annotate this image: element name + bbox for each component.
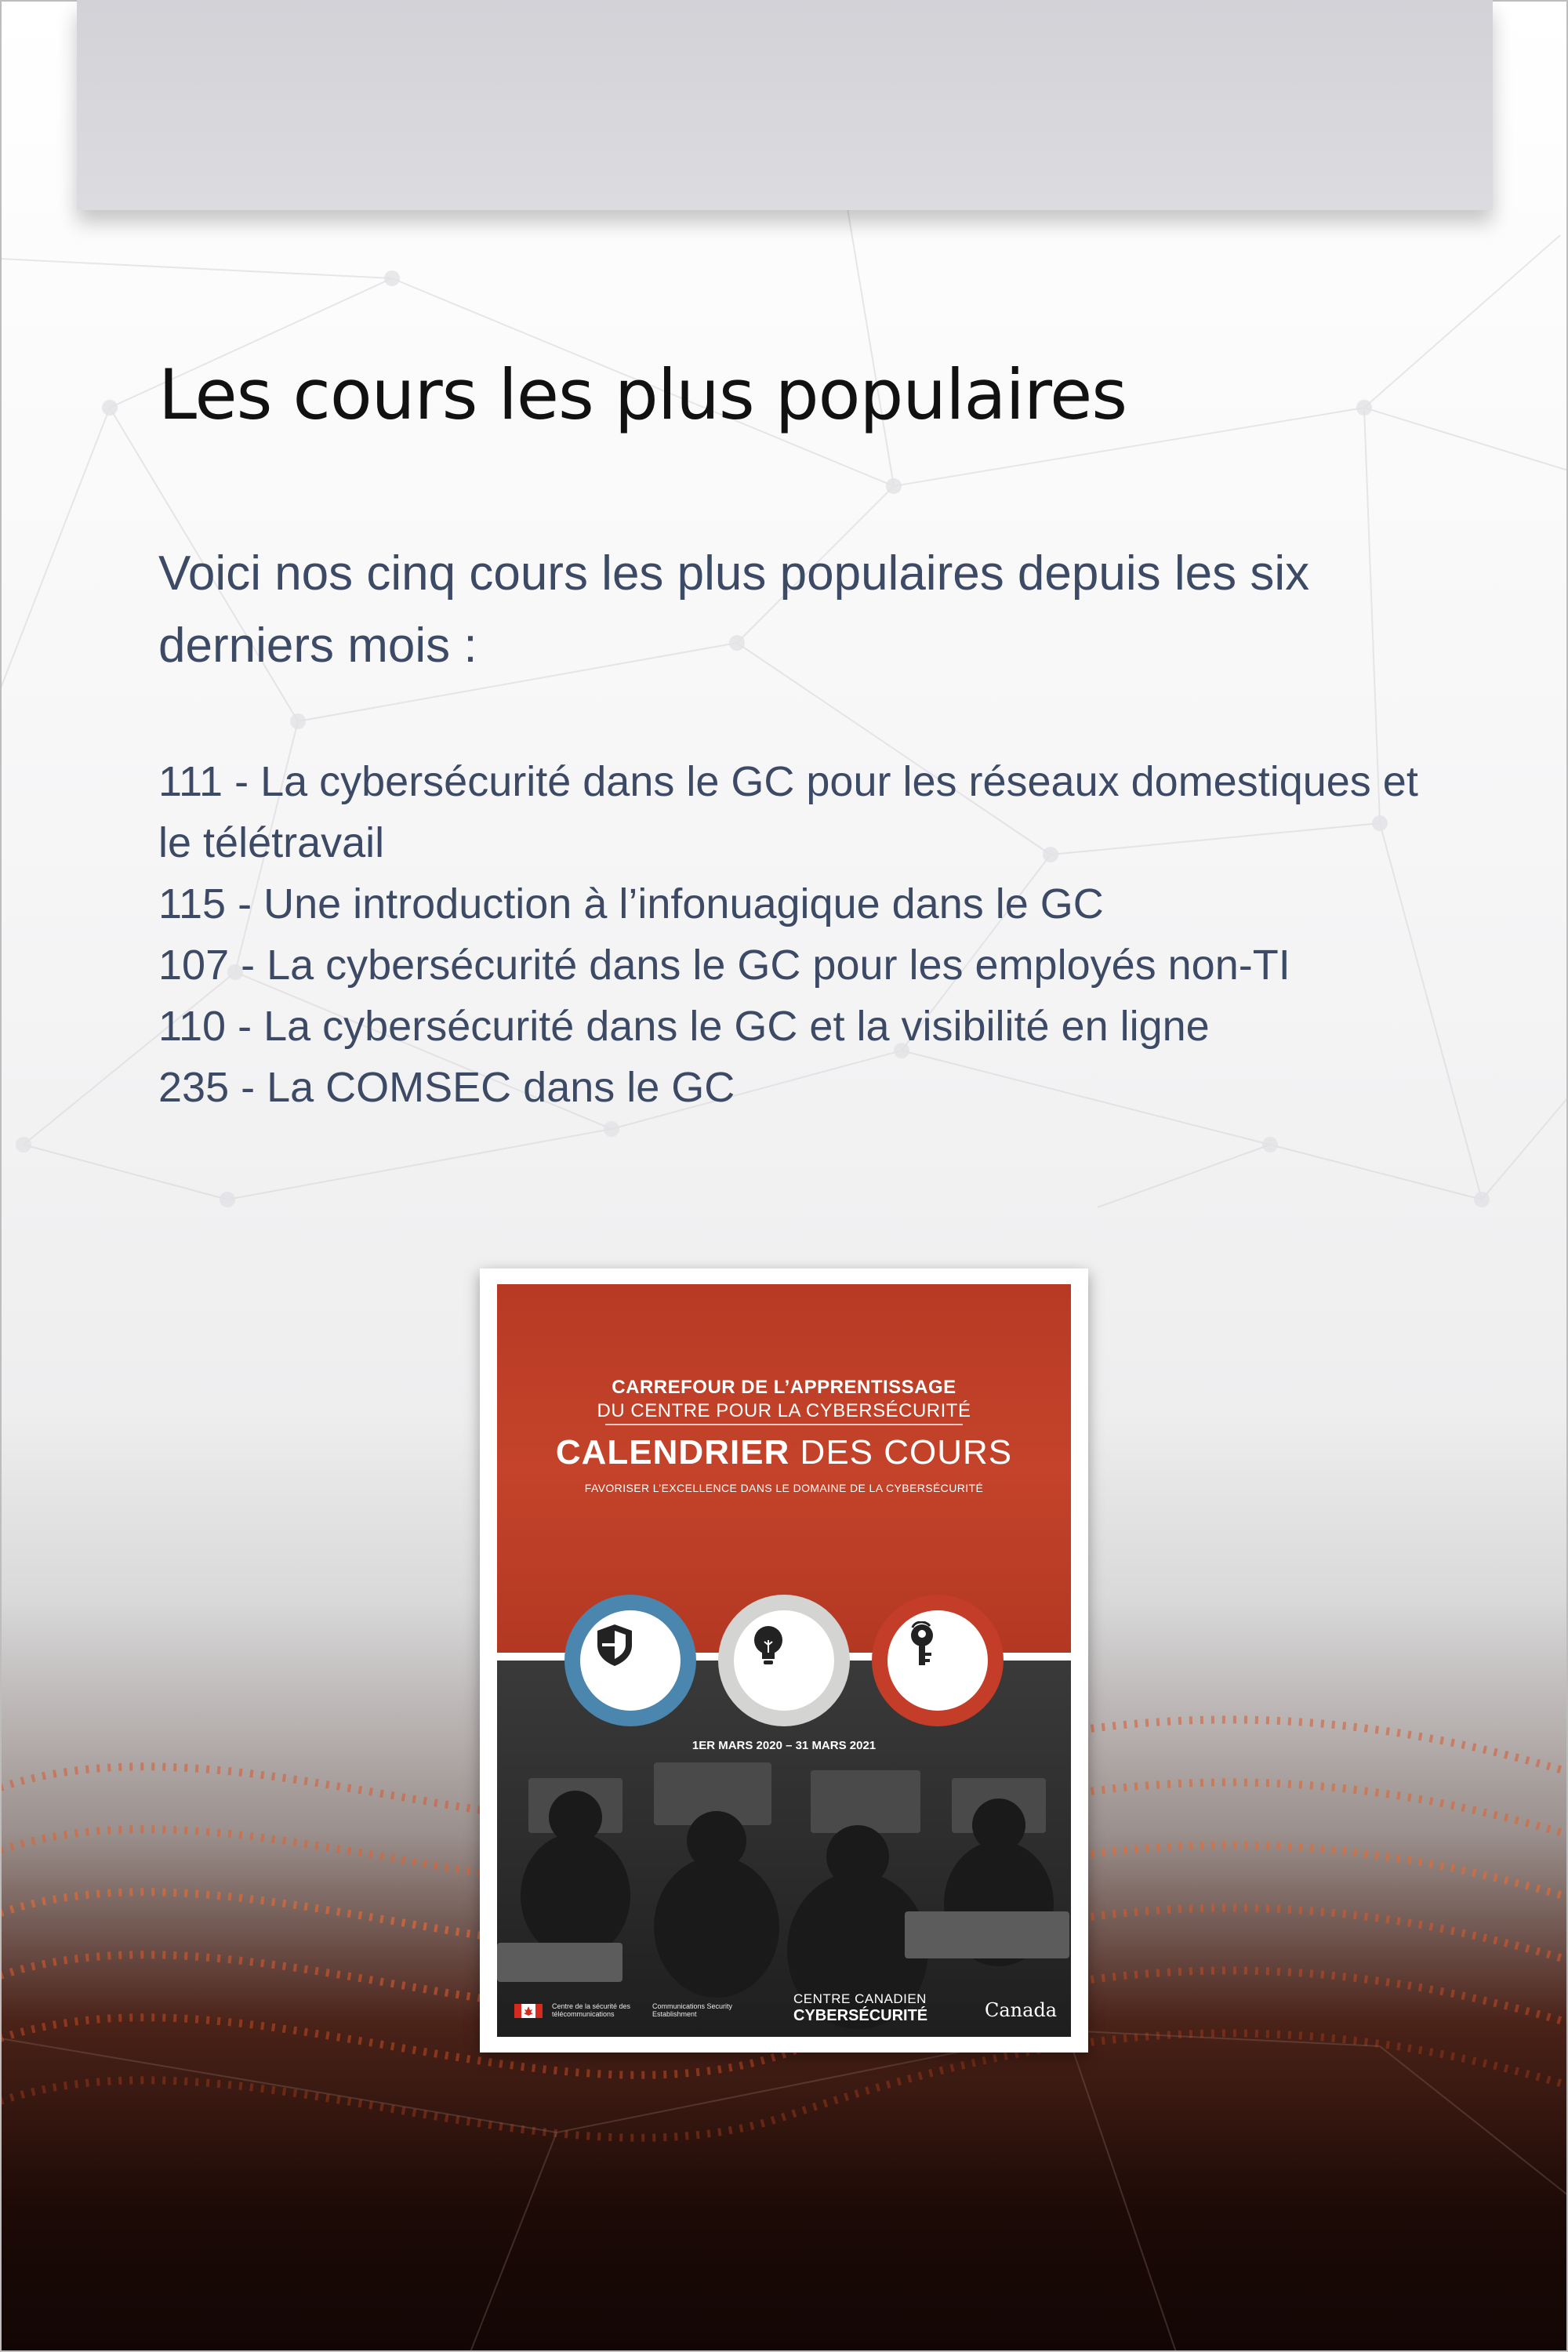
- cover-artwork: CARREFOUR DE L’APPRENTISSAGE DU CENTRE P…: [497, 1284, 1071, 2037]
- top-banner: [77, 0, 1493, 210]
- key-icon: [911, 1621, 933, 1665]
- cover-line-2: DU CENTRE POUR LA CYBERSÉCURITÉ: [597, 1400, 971, 1421]
- course-item: 111 - La cybersécurité dans le GC pour l…: [158, 758, 1418, 866]
- cover-rule: [605, 1424, 963, 1425]
- course-calendar-cover[interactable]: CARREFOUR DE L’APPRENTISSAGE DU CENTRE P…: [480, 1269, 1088, 2053]
- cover-line-1: CARREFOUR DE L’APPRENTISSAGE: [612, 1377, 956, 1398]
- canada-wordmark: Canada: [985, 1999, 1058, 2021]
- lightbulb-icon: [754, 1626, 782, 1664]
- page: Les cours les plus populaires Voici nos …: [0, 0, 1568, 2352]
- cover-tagline: FAVORISER L’EXCELLENCE DANS LE DOMAINE D…: [584, 1482, 984, 1494]
- key-badge: [872, 1595, 1004, 1726]
- course-item: 115 - Une introduction à l’infonuagique …: [158, 880, 1104, 927]
- cover-dates: 1ER MARS 2020 – 31 MARS 2021: [691, 1739, 877, 1752]
- footer-centre-line-1: CENTRE CANADIEN: [793, 1991, 927, 2006]
- page-title: Les cours les plus populaires: [158, 354, 1127, 435]
- course-item: 107 - La cybersécurité dans le GC pour l…: [158, 942, 1290, 989]
- footer-cse-fr: Centre de la sécurité des télécommunicat…: [552, 2002, 631, 2018]
- cover-title: CALENDRIER DES COURS: [497, 1433, 1071, 1472]
- lightbulb-badge: [718, 1595, 850, 1726]
- intro-paragraph: Voici nos cinq cours les plus populaires…: [158, 546, 1310, 673]
- canada-flag-icon: [514, 2004, 543, 2018]
- footer-centre-line-2: CYBERSÉCURITÉ: [793, 2007, 928, 2024]
- course-list: 111 - La cybersécurité dans le GC pour l…: [158, 751, 1444, 1118]
- cover-title-bold: CALENDRIER: [555, 1433, 790, 1472]
- footer-cse-en: Communications Security Establishment: [652, 2002, 733, 2018]
- course-item: 110 - La cybersécurité dans le GC et la …: [158, 1003, 1210, 1050]
- cover-title-rest: DES COURS: [789, 1433, 1013, 1472]
- shield-badge: [564, 1595, 696, 1726]
- shield-icon: [597, 1624, 632, 1666]
- course-item: 235 - La COMSEC dans le GC: [158, 1064, 735, 1111]
